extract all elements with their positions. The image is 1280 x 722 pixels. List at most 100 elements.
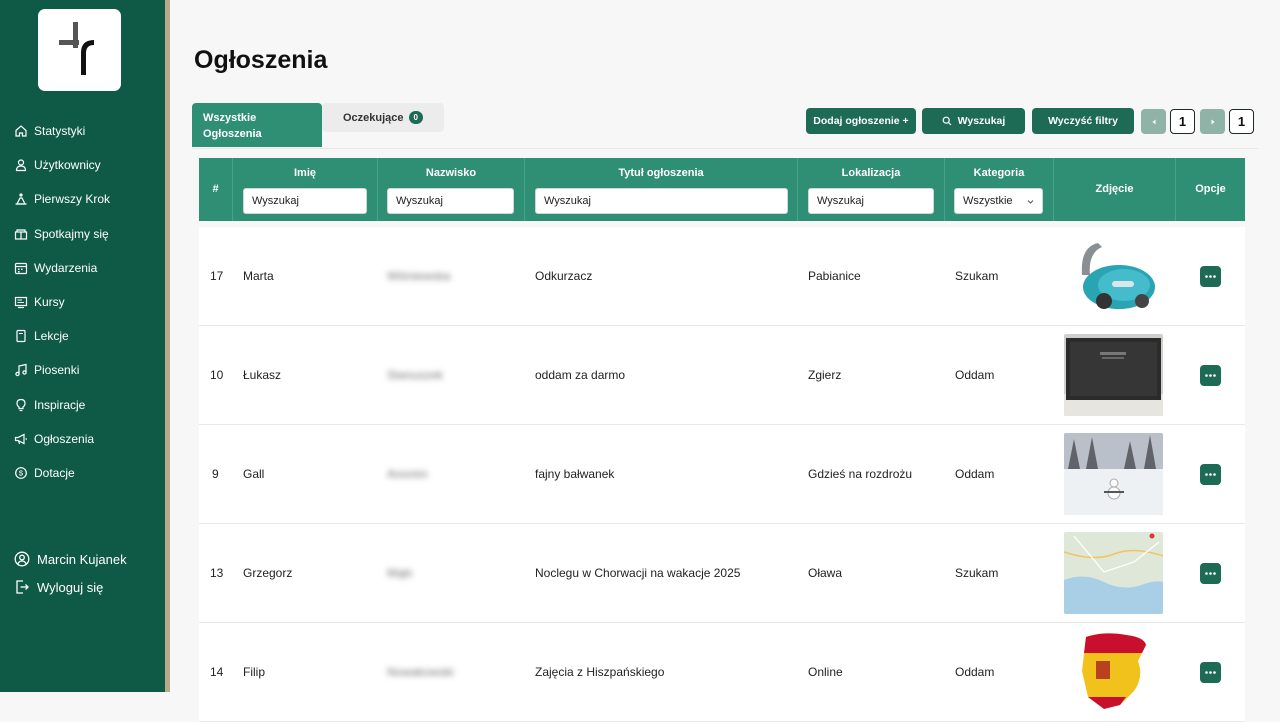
- col-photo-label: Zdjęcie: [1095, 183, 1134, 195]
- row-title: oddam za darmo: [535, 368, 626, 382]
- row-photo[interactable]: [1064, 425, 1163, 523]
- row-photo[interactable]: [1064, 227, 1163, 325]
- row-first-name: Łukasz: [243, 368, 282, 382]
- col-options-label: Opcje: [1195, 183, 1226, 195]
- row-options-button[interactable]: [1200, 265, 1221, 287]
- sidebar-divider: [165, 0, 170, 692]
- sidebar-item-label: Dotacje: [34, 465, 75, 480]
- sidebar-item-kursy[interactable]: Kursy: [0, 285, 165, 319]
- more-dots-icon: [1205, 373, 1216, 377]
- col-number-label: #: [212, 183, 219, 195]
- category-filter-select[interactable]: Wszystkie: [954, 188, 1043, 214]
- sidebar-item-label: Piosenki: [34, 363, 80, 378]
- row-first-name: Filip: [243, 665, 266, 679]
- row-photo[interactable]: [1064, 623, 1163, 721]
- more-dots-icon: [1205, 670, 1216, 674]
- title-filter-input[interactable]: [535, 188, 788, 214]
- table-row[interactable]: 17 Marta Wiśniewska Odkurzacz Pabianice …: [199, 227, 1245, 326]
- sidebar-item-uzytkownicy[interactable]: Użytkownicy: [0, 148, 165, 182]
- first-name-filter-input[interactable]: [243, 188, 367, 214]
- snowman-photo: [1064, 433, 1163, 515]
- next-page-button[interactable]: [1200, 109, 1225, 134]
- coin-icon: $: [14, 466, 28, 480]
- row-location: Online: [808, 665, 843, 679]
- sidebar-item-label: Wydarzenia: [34, 260, 98, 275]
- user-name: Marcin Kujanek: [37, 551, 127, 567]
- row-location: Oława: [808, 566, 843, 580]
- row-first-name: Marta: [243, 269, 274, 283]
- row-last-name: Anonim: [387, 467, 428, 481]
- sidebar-item-label: Pierwszy Krok: [34, 192, 111, 207]
- more-dots-icon: [1205, 571, 1216, 575]
- sidebar-item-label: Kursy: [34, 295, 65, 310]
- sidebar-item-piosenki[interactable]: Piosenki: [0, 353, 165, 387]
- row-options-button[interactable]: [1200, 562, 1221, 584]
- sidebar-item-label: Statystyki: [34, 124, 86, 139]
- add-announcement-button[interactable]: Dodaj ogłoszenie +: [806, 108, 916, 134]
- sidebar-item-ogloszenia[interactable]: Ogłoszenia: [0, 422, 165, 456]
- course-icon: [14, 295, 28, 309]
- spain-flag-map-photo: [1064, 631, 1163, 713]
- sidebar-item-statystyki[interactable]: Statystyki: [0, 114, 165, 148]
- row-last-name: Wiśniewska: [387, 269, 451, 283]
- lesson-icon: [14, 329, 28, 343]
- row-options: [1200, 326, 1221, 424]
- row-options-button[interactable]: [1200, 661, 1221, 683]
- current-page-indicator[interactable]: 1: [1170, 109, 1195, 134]
- category-filter-value: Wszystkie: [963, 195, 1013, 207]
- more-dots-icon: [1205, 274, 1216, 278]
- row-first-name: Gall: [243, 467, 265, 481]
- sidebar-item-label: Spotkajmy się: [34, 226, 109, 241]
- logout-button[interactable]: Wyloguj się: [0, 573, 165, 601]
- tab-all-announcements[interactable]: Wszystkie Ogłoszenia: [192, 103, 322, 147]
- map-photo: [1064, 532, 1163, 614]
- clear-filters-button[interactable]: Wyczyść filtry: [1032, 108, 1134, 134]
- row-last-name: Stanuszek: [387, 368, 444, 382]
- row-options-button[interactable]: [1200, 463, 1221, 485]
- col-first-name-label: Imię: [293, 167, 316, 179]
- logo-icon: [59, 22, 94, 75]
- col-category-label: Kategoria: [973, 167, 1025, 179]
- row-last-name: Mąki: [387, 566, 413, 580]
- logout-icon: [14, 579, 30, 595]
- sidebar-item-lekcje[interactable]: Lekcje: [0, 319, 165, 353]
- row-category: Oddam: [955, 368, 995, 382]
- table-row[interactable]: 13 Grzegorz Mąki Noclegu w Chorwacji na …: [199, 524, 1245, 623]
- table-header: # Imię Nazwisko Tytuł ogłoszenia Lokaliz…: [199, 158, 1245, 221]
- sidebar-item-pierwszy-krok[interactable]: Pierwszy Krok: [0, 182, 165, 216]
- last-name-filter-input[interactable]: [387, 188, 514, 214]
- row-options-button[interactable]: [1200, 364, 1221, 386]
- col-first-name: Imię: [233, 158, 378, 221]
- col-location-label: Lokalizacja: [841, 167, 901, 179]
- home-icon: [14, 124, 28, 138]
- row-category: Szukam: [955, 566, 999, 580]
- sidebar-item-label: Lekcje: [34, 329, 69, 344]
- table-row[interactable]: 10 Łukasz Stanuszek oddam za darmo Zgier…: [199, 326, 1245, 425]
- sidebar-item-dotacje[interactable]: $ Dotacje: [0, 456, 165, 490]
- row-title: fajny bałwanek: [535, 467, 615, 481]
- row-options: [1200, 227, 1221, 325]
- steps-icon: [14, 192, 28, 206]
- row-id: 13: [210, 566, 224, 580]
- total-pages-indicator[interactable]: 1: [1229, 109, 1254, 134]
- chevron-down-icon: [1027, 199, 1034, 204]
- sidebar-item-wydarzenia[interactable]: Wydarzenia: [0, 251, 165, 285]
- sidebar-item-label: Użytkownicy: [34, 158, 101, 173]
- logout-label: Wyloguj się: [37, 579, 104, 595]
- row-photo[interactable]: [1064, 326, 1163, 424]
- tab-pending[interactable]: Oczekujące 0: [322, 103, 444, 132]
- sidebar-item-spotkajmy-sie[interactable]: Spotkajmy się: [0, 217, 165, 251]
- row-options: [1200, 425, 1221, 523]
- profile-link[interactable]: Marcin Kujanek: [0, 545, 165, 573]
- search-button[interactable]: Wyszukaj: [922, 108, 1025, 134]
- table-row[interactable]: 14 Filip Nowakowski Zajęcia z Hiszpański…: [199, 623, 1245, 722]
- app-logo[interactable]: [38, 9, 121, 91]
- row-title: Odkurzacz: [535, 269, 593, 283]
- meet-icon: [14, 227, 28, 241]
- location-filter-input[interactable]: [808, 188, 934, 214]
- prev-page-button[interactable]: [1141, 109, 1166, 134]
- table-row[interactable]: 9 Gall Anonim fajny bałwanek Gdzieś na r…: [199, 425, 1245, 524]
- row-photo[interactable]: [1064, 524, 1163, 622]
- col-category: Kategoria Wszystkie: [945, 158, 1054, 221]
- sidebar-item-inspiracje[interactable]: Inspiracje: [0, 388, 165, 422]
